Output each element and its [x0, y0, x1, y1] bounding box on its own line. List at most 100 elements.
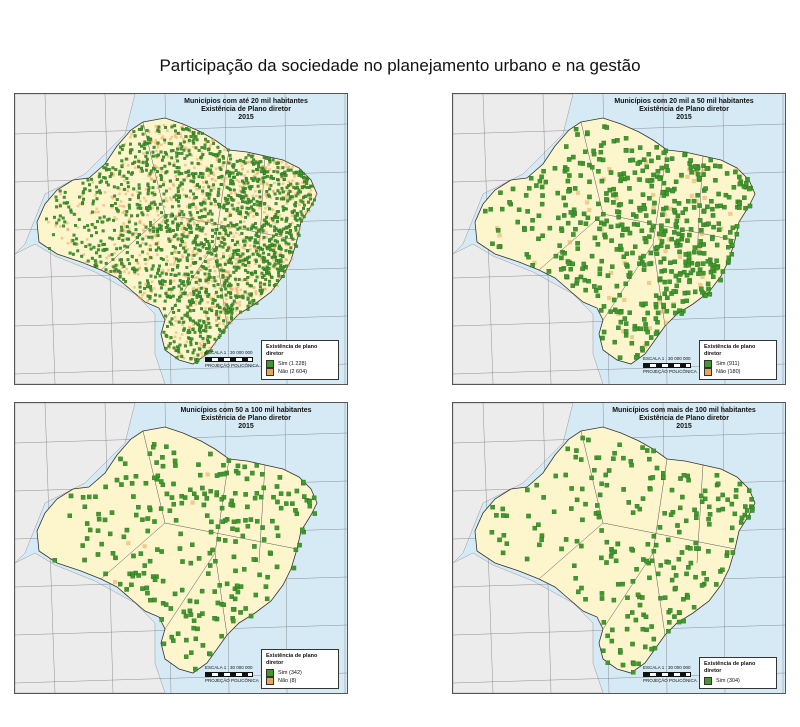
- municipio-sim-marker: [175, 151, 179, 155]
- municipio-sim-marker: [265, 189, 269, 193]
- municipio-sim-marker: [258, 289, 262, 292]
- municipio-sim-marker: [203, 214, 207, 218]
- municipio-nao-marker: [170, 135, 174, 139]
- municipio-sim-marker: [147, 189, 151, 193]
- municipio-sim-marker: [655, 571, 661, 577]
- municipio-sim-marker: [559, 255, 564, 261]
- municipio-sim-marker: [170, 205, 174, 209]
- municipio-sim-marker: [555, 190, 560, 196]
- municipio-sim-marker: [267, 550, 273, 556]
- municipio-sim-marker: [526, 513, 531, 519]
- municipio-sim-marker: [217, 187, 221, 191]
- municipio-sim-marker: [572, 186, 578, 191]
- municipio-sim-marker: [243, 492, 248, 497]
- municipio-sim-marker: [158, 274, 162, 278]
- municipio-sim-marker: [701, 251, 707, 256]
- municipio-nao-marker: [172, 184, 175, 187]
- municipio-sim-marker: [212, 276, 216, 280]
- municipio-sim-marker: [216, 236, 220, 240]
- municipio-sim-marker: [595, 216, 600, 221]
- municipio-sim-marker: [569, 486, 574, 491]
- municipio-sim-marker: [247, 207, 251, 210]
- municipio-sim-marker: [185, 256, 189, 260]
- municipio-sim-marker: [647, 575, 652, 581]
- municipio-nao-marker: [271, 258, 275, 262]
- municipio-sim-marker: [617, 355, 623, 360]
- municipio-nao-marker: [186, 293, 189, 297]
- municipio-sim-marker: [214, 473, 220, 478]
- municipio-sim-marker: [713, 178, 718, 183]
- municipio-sim-marker: [275, 162, 279, 166]
- legend-item-sim: Sim (304): [704, 677, 772, 685]
- municipio-sim-marker: [114, 263, 118, 267]
- municipio-sim-marker: [573, 126, 579, 132]
- municipio-sim-marker: [666, 560, 671, 565]
- municipio-sim-marker: [156, 271, 159, 275]
- municipio-sim-marker: [150, 267, 154, 271]
- municipio-sim-marker: [251, 299, 255, 303]
- municipio-sim-marker: [543, 179, 548, 185]
- municipio-sim-marker: [119, 145, 123, 149]
- municipio-nao-marker: [202, 286, 205, 290]
- municipio-sim-marker: [265, 247, 269, 251]
- municipio-sim-marker: [608, 170, 614, 175]
- municipio-sim-marker: [99, 239, 103, 243]
- municipio-sim-marker: [640, 626, 646, 632]
- municipio-sim-marker: [733, 488, 739, 493]
- municipio-sim-marker: [256, 229, 260, 233]
- municipio-sim-marker: [257, 190, 261, 194]
- municipio-sim-marker: [100, 179, 103, 183]
- municipio-sim-marker: [207, 272, 211, 276]
- municipio-sim-marker: [604, 197, 609, 202]
- municipio-sim-marker: [128, 262, 132, 266]
- municipio-sim-marker: [153, 193, 157, 197]
- municipio-sim-marker: [188, 560, 194, 566]
- municipio-sim-marker: [185, 127, 188, 130]
- municipio-sim-marker: [293, 547, 299, 552]
- municipio-sim-marker: [630, 579, 636, 584]
- municipio-sim-marker: [262, 260, 266, 264]
- municipio-sim-marker: [205, 311, 209, 315]
- municipio-sim-marker: [266, 222, 270, 226]
- municipio-sim-marker: [259, 292, 263, 295]
- municipio-sim-marker: [653, 316, 659, 321]
- municipio-sim-marker: [208, 488, 213, 494]
- municipio-sim-marker: [586, 278, 591, 284]
- municipio-sim-marker: [121, 534, 127, 540]
- municipio-sim-marker: [178, 343, 182, 347]
- municipio-sim-marker: [159, 549, 164, 554]
- municipio-nao-marker: [155, 175, 158, 179]
- municipio-nao-marker: [156, 186, 160, 190]
- municipio-sim-marker: [118, 271, 122, 274]
- municipio-sim-marker: [258, 247, 262, 251]
- municipio-sim-marker: [145, 516, 150, 521]
- municipio-sim-marker: [296, 191, 300, 195]
- municipio-sim-marker: [186, 314, 190, 318]
- municipio-sim-marker: [198, 294, 202, 298]
- map-panel-ate-20-mil: Municípios com até 20 mil habitantes Exis…: [14, 93, 348, 385]
- municipio-sim-marker: [191, 241, 195, 245]
- municipio-sim-marker: [294, 228, 298, 232]
- municipio-sim-marker: [188, 612, 194, 617]
- municipio-sim-marker: [275, 220, 279, 223]
- municipio-sim-marker: [301, 479, 306, 485]
- municipio-sim-marker: [268, 187, 272, 191]
- municipio-sim-marker: [728, 230, 733, 235]
- municipio-sim-marker: [288, 230, 292, 234]
- municipio-sim-marker: [698, 493, 704, 499]
- municipio-sim-marker: [586, 437, 591, 443]
- municipio-sim-marker: [633, 617, 639, 623]
- municipio-sim-marker: [232, 265, 236, 269]
- municipio-sim-marker: [138, 285, 142, 289]
- municipio-sim-marker: [239, 210, 242, 214]
- municipio-sim-marker: [216, 145, 220, 149]
- municipio-sim-marker: [228, 213, 232, 217]
- municipio-sim-marker: [525, 209, 530, 214]
- municipio-sim-marker: [116, 186, 120, 190]
- municipio-sim-marker: [202, 242, 206, 246]
- municipio-sim-marker: [182, 178, 186, 182]
- municipio-nao-marker: [200, 150, 204, 154]
- municipio-sim-marker: [194, 341, 198, 345]
- brazil-map: [453, 403, 785, 693]
- municipio-sim-marker: [134, 512, 139, 518]
